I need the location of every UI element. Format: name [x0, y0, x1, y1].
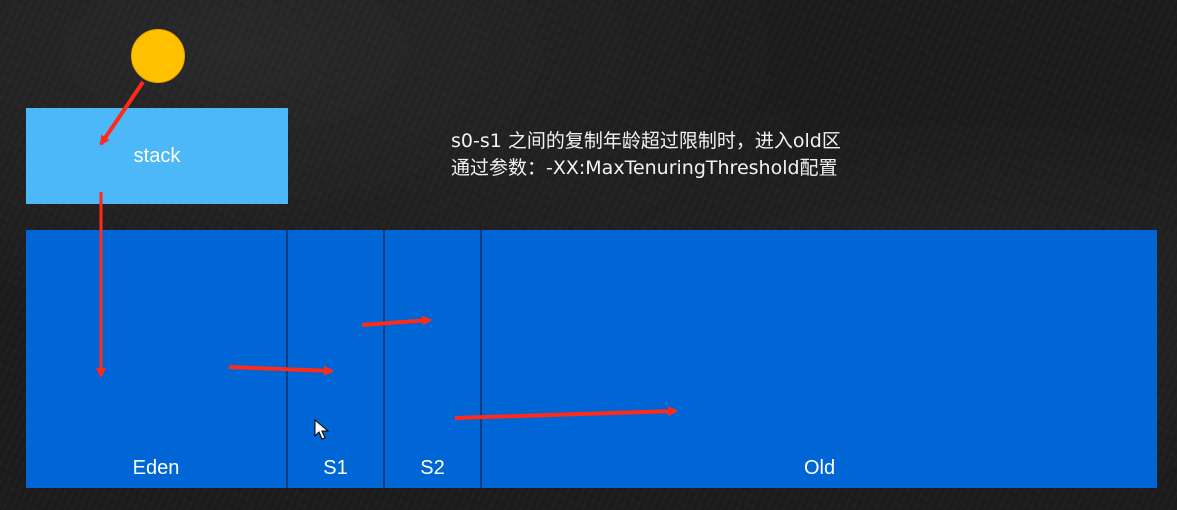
old-region: Old — [482, 230, 1157, 488]
s1-region: S1 — [288, 230, 385, 488]
old-label: Old — [803, 457, 836, 479]
mouse-cursor-icon — [314, 419, 330, 440]
eden-label: Eden — [132, 457, 180, 479]
s2-label: S2 — [420, 457, 445, 479]
note-text: s0-s1 之间的复制年龄超过限制时，进入old区 通过参数：-XX:MaxTe… — [451, 128, 841, 182]
s1-label: S1 — [323, 457, 348, 479]
eden-region: Eden — [26, 230, 288, 488]
note-line-2: 通过参数：-XX:MaxTenuringThreshold配置 — [451, 157, 838, 179]
object-circle — [131, 29, 185, 83]
note-line-1: s0-s1 之间的复制年龄超过限制时，进入old区 — [451, 130, 841, 152]
s2-region: S2 — [385, 230, 482, 488]
stack-label: stack — [133, 144, 181, 167]
stack-box: stack — [26, 108, 288, 204]
heap-diagram: Eden S1 S2 Old — [26, 230, 1157, 488]
